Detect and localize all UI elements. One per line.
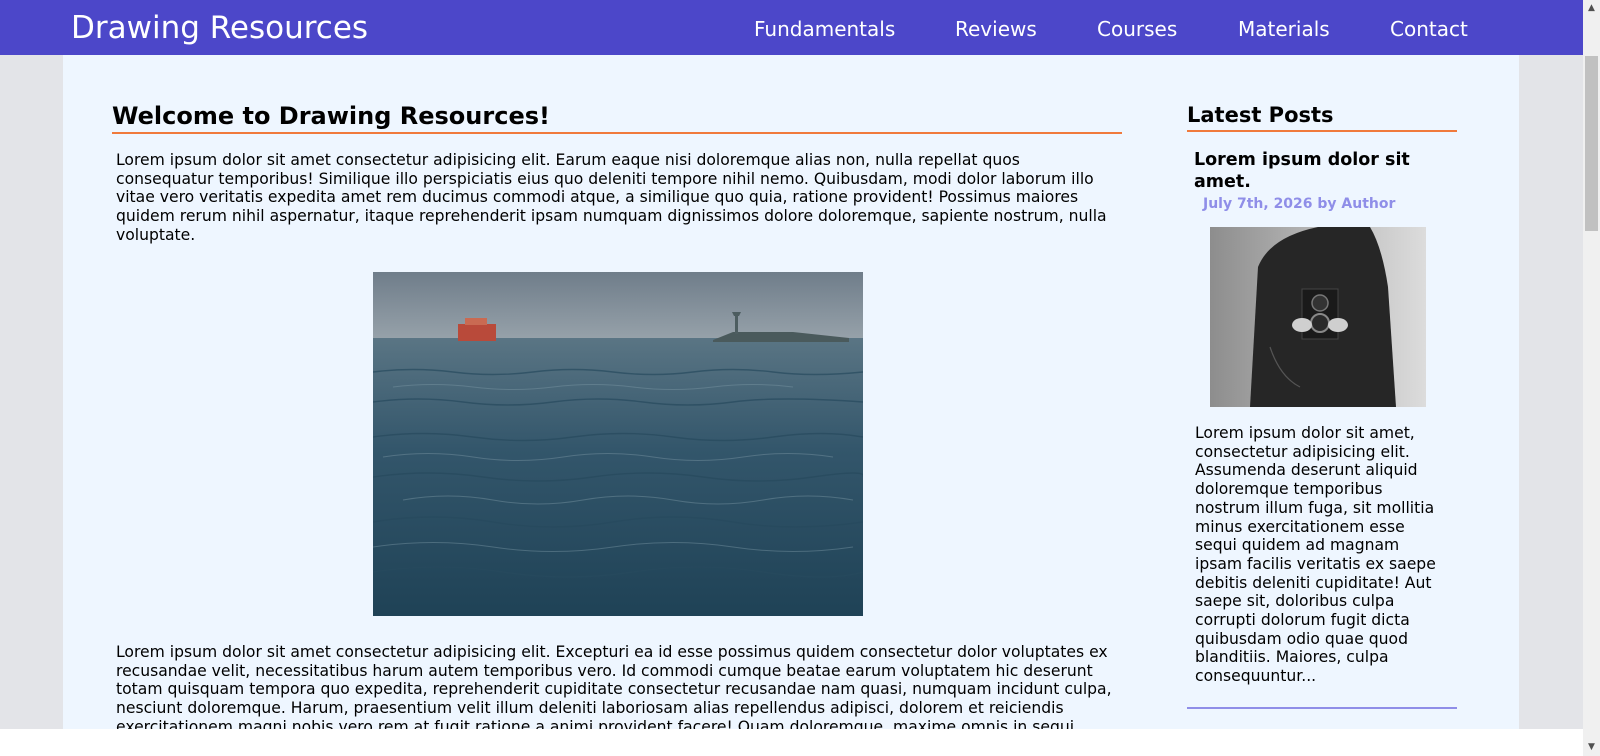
nav-link-materials[interactable]: Materials (1238, 14, 1330, 44)
nav-link-contact[interactable]: Contact (1390, 14, 1468, 44)
vertical-scrollbar[interactable]: ▲ ▼ (1583, 0, 1600, 756)
photographer-photo (1210, 227, 1426, 407)
page-title: Welcome to Drawing Resources! (112, 100, 1122, 134)
page-content: Welcome to Drawing Resources! Lorem ipsu… (63, 55, 1519, 756)
photographer-photo-illustration (1210, 227, 1426, 407)
intro-paragraph: Lorem ipsum dolor sit amet consectetur a… (116, 151, 1107, 244)
harbor-photo-illustration (373, 272, 863, 616)
main-column: Welcome to Drawing Resources! Lorem ipsu… (112, 100, 1122, 736)
nav-links: Fundamentals Reviews Courses Materials C… (0, 14, 1583, 44)
nav-link-courses[interactable]: Courses (1097, 14, 1177, 44)
second-paragraph: Lorem ipsum dolor sit amet consectetur a… (116, 643, 1112, 736)
scrollbar-thumb[interactable] (1585, 56, 1598, 231)
harbor-photo (373, 272, 863, 616)
top-navbar: Drawing Resources Fundamentals Reviews C… (0, 0, 1583, 55)
sidebar: Latest Posts Lorem ipsum dolor sit amet.… (1187, 100, 1457, 709)
scroll-down-arrow-icon[interactable]: ▼ (1583, 739, 1600, 756)
post-meta: July 7th, 2026 by Author (1203, 196, 1396, 212)
sidebar-divider (1187, 707, 1457, 709)
nav-link-fundamentals[interactable]: Fundamentals (754, 14, 895, 44)
post-excerpt: Lorem ipsum dolor sit amet, consectetur … (1195, 424, 1436, 686)
scroll-up-arrow-icon[interactable]: ▲ (1583, 0, 1600, 17)
nav-link-reviews[interactable]: Reviews (955, 14, 1037, 44)
window-bottom-edge (0, 729, 1583, 756)
sidebar-title: Latest Posts (1187, 100, 1457, 132)
post-title[interactable]: Lorem ipsum dolor sit amet. (1194, 149, 1454, 193)
